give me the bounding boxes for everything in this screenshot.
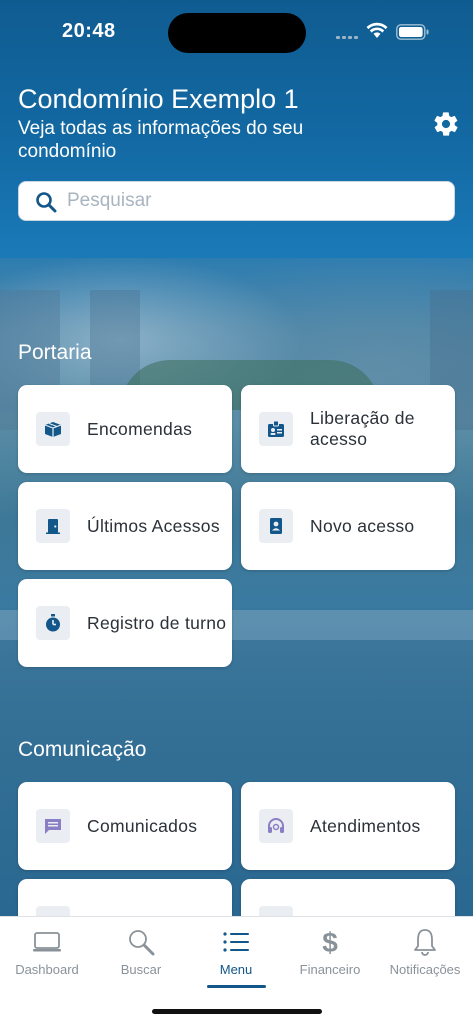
tab-label: Notificações bbox=[389, 962, 461, 977]
tab-label: Financeiro bbox=[299, 962, 361, 977]
status-time: 20:48 bbox=[62, 20, 116, 42]
message-icon bbox=[36, 809, 70, 843]
search-bar[interactable] bbox=[18, 181, 455, 221]
tab-notificacoes[interactable]: Notificações bbox=[378, 917, 472, 997]
page-title: Condomínio Exemplo 1 bbox=[18, 84, 299, 114]
headset-icon bbox=[259, 809, 293, 843]
svg-text:$: $ bbox=[322, 927, 338, 957]
menu-card-novo-acesso[interactable]: Novo acesso bbox=[241, 482, 455, 570]
menu-list-icon bbox=[223, 932, 249, 952]
card-label: Atendimentos bbox=[310, 815, 421, 836]
section-title-portaria: Portaria bbox=[18, 341, 92, 364]
monitor-icon bbox=[33, 932, 61, 952]
dynamic-island bbox=[168, 13, 306, 53]
magnifier-icon bbox=[129, 930, 155, 956]
status-bar: 20:48 bbox=[0, 0, 473, 64]
menu-card-registro-de-turno[interactable]: Registro de turno bbox=[18, 579, 232, 667]
home-indicator bbox=[152, 1009, 322, 1014]
wifi-icon bbox=[366, 22, 388, 38]
menu-card-comunicados[interactable]: Comunicados bbox=[18, 782, 232, 870]
search-input[interactable] bbox=[67, 182, 447, 220]
tab-label: Dashboard bbox=[15, 962, 79, 977]
menu-card-encomendas[interactable]: Encomendas bbox=[18, 385, 232, 473]
battery-icon bbox=[396, 24, 429, 40]
page-subtitle: Veja todas as informações do seu condomí… bbox=[18, 118, 304, 162]
stopwatch-icon bbox=[36, 606, 70, 640]
gear-icon[interactable] bbox=[432, 110, 460, 138]
card-label: Comunicados bbox=[87, 815, 198, 836]
package-icon bbox=[36, 412, 70, 446]
active-tab-indicator bbox=[207, 985, 266, 988]
tab-label: Menu bbox=[219, 962, 253, 977]
card-label: Liberação de acesso bbox=[310, 408, 415, 449]
door-icon bbox=[36, 509, 70, 543]
id-badge-icon bbox=[259, 412, 293, 446]
background-beach bbox=[0, 640, 473, 920]
tab-dashboard[interactable]: Dashboard bbox=[0, 917, 94, 997]
tab-financeiro[interactable]: $ Financeiro bbox=[283, 917, 377, 997]
dollar-icon: $ bbox=[322, 927, 338, 957]
tab-buscar[interactable]: Buscar bbox=[94, 917, 188, 997]
card-label: Registro de turno bbox=[87, 612, 227, 633]
card-label: Encomendas bbox=[87, 418, 193, 439]
menu-card-liberacao-de-acesso[interactable]: Liberação de acesso bbox=[241, 385, 455, 473]
section-title-comunicacao: Comunicação bbox=[18, 738, 147, 761]
contact-card-icon bbox=[259, 509, 293, 543]
cellular-signal-icon bbox=[336, 33, 360, 39]
search-icon bbox=[36, 192, 57, 213]
bell-icon bbox=[414, 929, 436, 956]
menu-card-atendimentos[interactable]: Atendimentos bbox=[241, 782, 455, 870]
card-label: Novo acesso bbox=[310, 515, 415, 536]
menu-card-ultimos-acessos[interactable]: Últimos Acessos bbox=[18, 482, 232, 570]
tab-label: Buscar bbox=[120, 962, 162, 977]
bottom-tab-bar: Dashboard Buscar Menu $ Financeiro Notif… bbox=[0, 916, 473, 1024]
card-label: Últimos Acessos bbox=[87, 515, 220, 536]
